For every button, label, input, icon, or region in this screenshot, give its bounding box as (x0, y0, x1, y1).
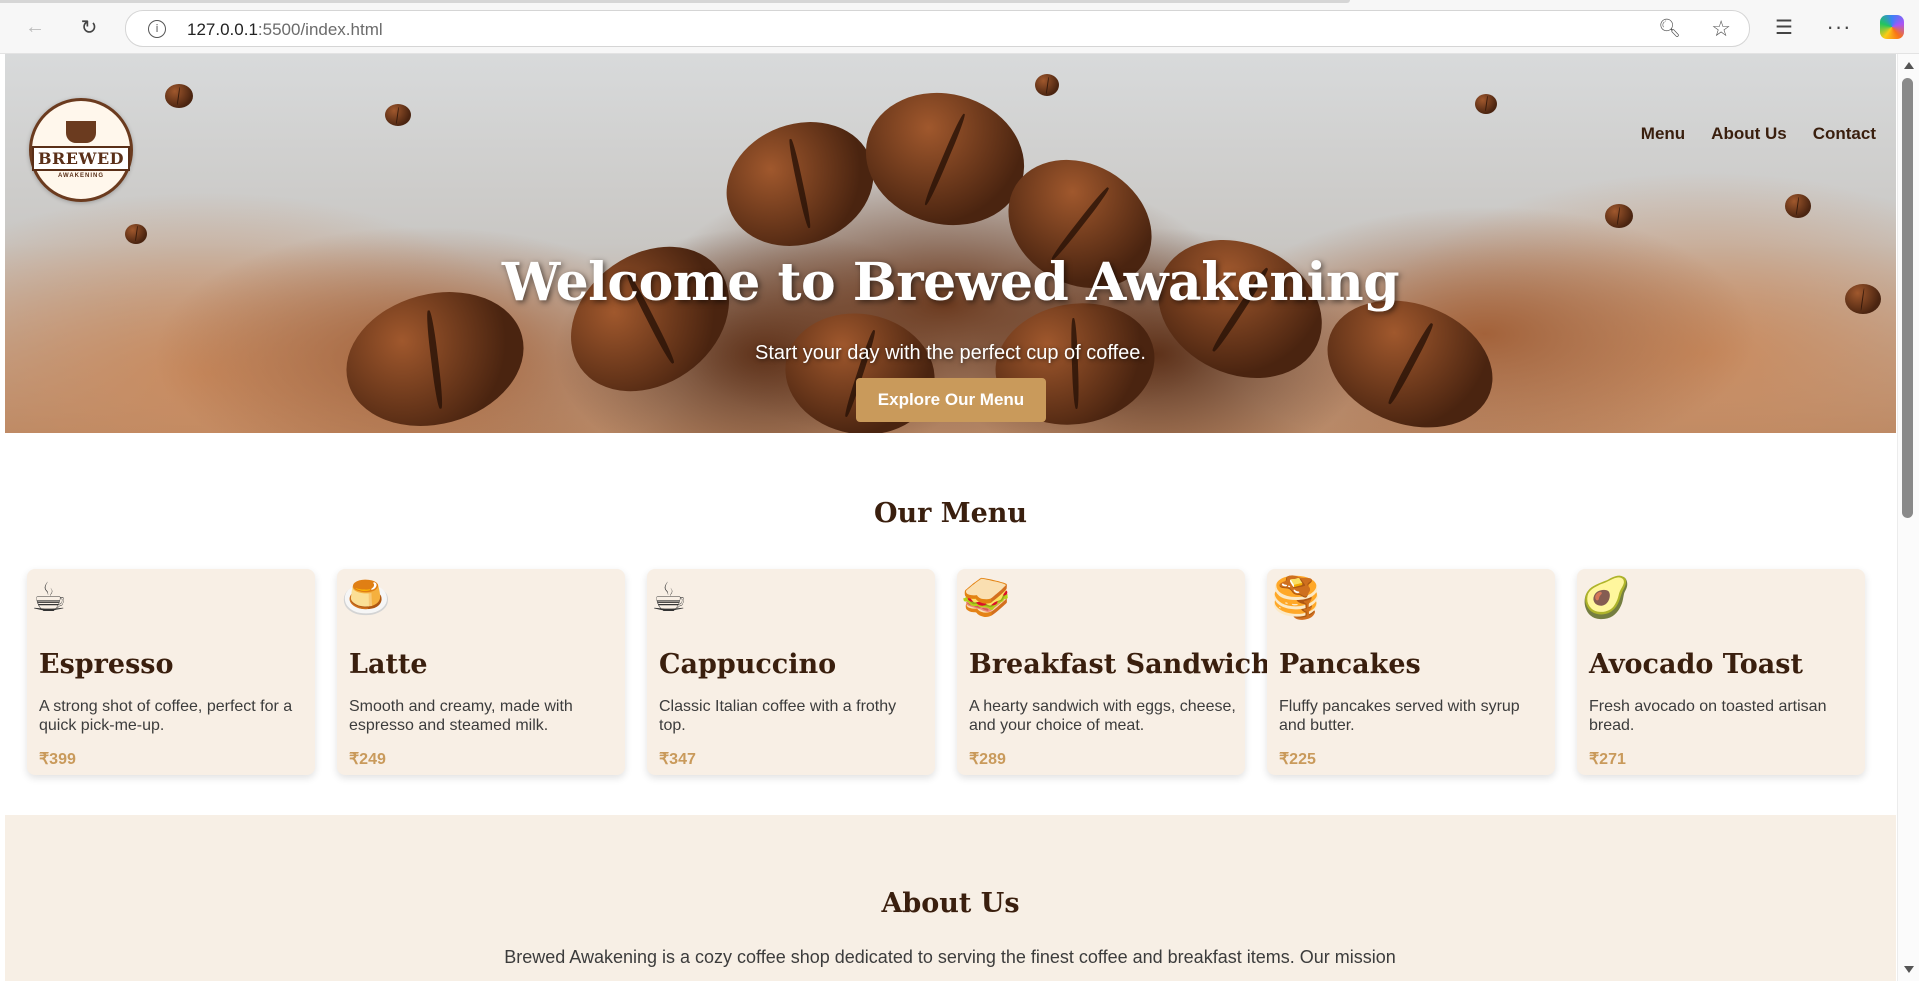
address-bar[interactable]: i 127.0.0.1:5500/index.html 🔍︎ ☆ (125, 10, 1750, 47)
menu-section-title: Our Menu (873, 498, 1028, 529)
menu-item-name: Avocado Toast (1589, 649, 1803, 680)
url-path: :5500/index.html (257, 20, 383, 39)
more-options-icon[interactable]: ··· (1823, 12, 1855, 42)
pancakes-icon: 🥞 (1271, 575, 1321, 621)
url-host: 127.0.0.1 (187, 20, 258, 39)
menu-item-description: Fresh avocado on toasted artisan bread. (1589, 698, 1827, 734)
cappuccino-icon: ☕ (651, 575, 687, 621)
menu-card-pancakes[interactable]: 🥞 Pancakes Fluffy pancakes served with s… (1267, 569, 1555, 775)
nav-link-menu[interactable]: Menu (1641, 124, 1685, 144)
menu-item-description: A hearty sandwich with eggs, cheese, and… (969, 698, 1236, 734)
reload-button[interactable]: ↻ (74, 12, 104, 42)
menu-item-name: Cappuccino (659, 649, 837, 680)
sandwich-icon: 🥪 (961, 575, 1011, 621)
menu-card-cappuccino[interactable]: ☕ Cappuccino Classic Italian coffee with… (647, 569, 935, 775)
url-text[interactable]: 127.0.0.1:5500/index.html (187, 20, 383, 40)
hero-section: BREWED AWAKENING Menu About Us Contact W… (5, 54, 1896, 433)
latte-icon: 🍮 (341, 575, 391, 621)
menu-card-espresso[interactable]: ☕ Espresso A strong shot of coffee, perf… (27, 569, 315, 775)
menu-item-name: Pancakes (1279, 649, 1421, 680)
logo-word: BREWED (31, 146, 131, 171)
menu-item-price: ₹225 (1279, 751, 1316, 768)
browser-toolbar: ← ↻ i 127.0.0.1:5500/index.html 🔍︎ ☆ ☰ ·… (0, 0, 1919, 54)
menu-card-avocado-toast[interactable]: 🥑 Avocado Toast Fresh avocado on toasted… (1577, 569, 1865, 775)
menu-item-name: Breakfast Sandwich (969, 649, 1271, 680)
zoom-icon[interactable]: 🔍︎ (1658, 18, 1681, 39)
about-section-title: About Us (881, 888, 1020, 919)
reload-icon: ↻ (80, 16, 98, 39)
scroll-up-icon[interactable] (1904, 62, 1914, 69)
copilot-icon (1880, 15, 1904, 39)
coffee-cup-icon (66, 121, 96, 143)
bean-decoration (385, 104, 411, 126)
logo-subtext: AWAKENING (57, 173, 104, 179)
menu-card-breakfast-sandwich[interactable]: 🥪 Breakfast Sandwich A hearty sandwich w… (957, 569, 1271, 775)
menu-item-price: ₹399 (39, 751, 76, 768)
bean-decoration (1035, 74, 1059, 96)
scrollbar-thumb[interactable] (1902, 78, 1913, 518)
page-scrollbar[interactable] (1897, 54, 1919, 981)
page-viewport: BREWED AWAKENING Menu About Us Contact W… (5, 54, 1896, 981)
bean-decoration (1605, 204, 1633, 228)
bean-decoration (125, 224, 147, 244)
brand-logo[interactable]: BREWED AWAKENING (29, 98, 133, 202)
back-button[interactable]: ← (20, 12, 50, 42)
nav-link-contact[interactable]: Contact (1813, 124, 1876, 144)
favorites-icon[interactable]: ☰ (1768, 12, 1800, 42)
bean-decoration (543, 217, 757, 421)
about-section: About Us Brewed Awakening is a cozy coff… (5, 815, 1896, 981)
site-nav: Menu About Us Contact (1641, 124, 1876, 144)
avocado-icon: 🥑 (1581, 575, 1631, 621)
about-text: Brewed Awakening is a cozy coffee shop d… (504, 947, 1396, 967)
bean-decoration (1475, 94, 1497, 114)
menu-item-price: ₹347 (659, 751, 696, 768)
menu-item-price: ₹289 (969, 751, 1006, 768)
explore-menu-button[interactable]: Explore Our Menu (856, 378, 1046, 422)
menu-item-name: Latte (349, 649, 428, 680)
hero-title: Welcome to Brewed Awakening (501, 252, 1400, 313)
menu-card-list: ☕ Espresso A strong shot of coffee, perf… (27, 569, 1865, 775)
site-info-icon[interactable]: i (148, 20, 166, 38)
menu-item-description: Classic Italian coffee with a frothy top… (659, 698, 897, 734)
tab-strip-edge (0, 0, 1350, 3)
bean-decoration (165, 84, 193, 108)
menu-item-description: Fluffy pancakes served with syrup and bu… (1279, 698, 1520, 734)
hero-subtitle: Start your day with the perfect cup of c… (755, 342, 1146, 364)
menu-item-description: A strong shot of coffee, perfect for a q… (39, 698, 293, 734)
menu-item-price: ₹271 (1589, 751, 1626, 768)
menu-card-latte[interactable]: 🍮 Latte Smooth and creamy, made with esp… (337, 569, 625, 775)
menu-item-price: ₹249 (349, 751, 386, 768)
favorite-star-icon[interactable]: ☆ (1711, 16, 1731, 42)
arrow-left-icon: ← (25, 15, 45, 38)
copilot-button[interactable] (1876, 12, 1908, 42)
espresso-icon: ☕ (31, 575, 67, 621)
scroll-down-icon[interactable] (1904, 966, 1914, 973)
bean-decoration (709, 101, 891, 267)
menu-item-name: Espresso (39, 649, 174, 680)
bean-decoration (1785, 194, 1811, 218)
nav-link-about[interactable]: About Us (1711, 124, 1787, 144)
menu-item-description: Smooth and creamy, made with espresso an… (349, 698, 573, 734)
